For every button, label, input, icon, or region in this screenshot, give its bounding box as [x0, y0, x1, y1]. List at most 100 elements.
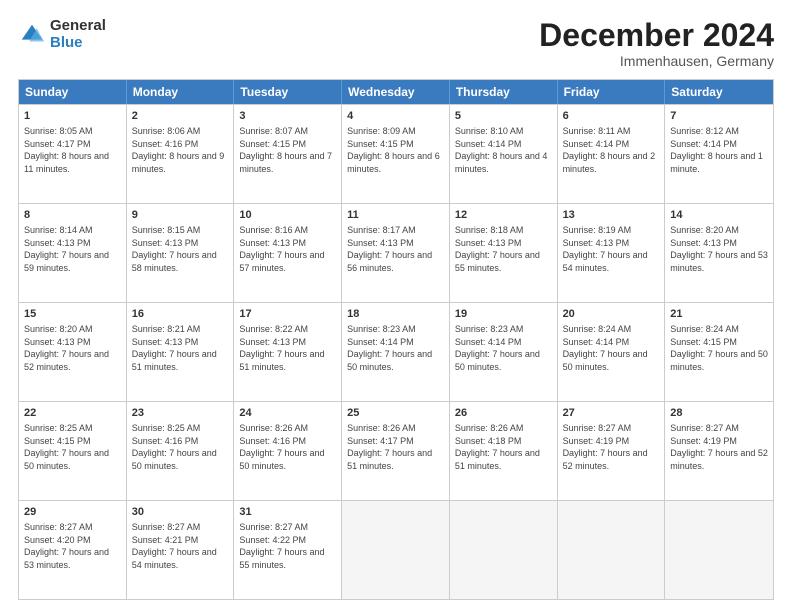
day-cell-empty-4-5 — [558, 501, 666, 599]
calendar-row-2: 8Sunrise: 8:14 AM Sunset: 4:13 PM Daylig… — [19, 203, 773, 302]
day-cell-24: 24Sunrise: 8:26 AM Sunset: 4:16 PM Dayli… — [234, 402, 342, 500]
day-number: 14 — [670, 208, 768, 223]
day-cell-11: 11Sunrise: 8:17 AM Sunset: 4:13 PM Dayli… — [342, 204, 450, 302]
day-info: Sunrise: 8:12 AM Sunset: 4:14 PM Dayligh… — [670, 125, 768, 175]
calendar-row-4: 22Sunrise: 8:25 AM Sunset: 4:15 PM Dayli… — [19, 401, 773, 500]
day-cell-15: 15Sunrise: 8:20 AM Sunset: 4:13 PM Dayli… — [19, 303, 127, 401]
day-number: 27 — [563, 406, 660, 421]
day-number: 19 — [455, 307, 552, 322]
day-number: 4 — [347, 109, 444, 124]
day-info: Sunrise: 8:21 AM Sunset: 4:13 PM Dayligh… — [132, 323, 229, 373]
logo-icon — [18, 21, 46, 49]
day-info: Sunrise: 8:23 AM Sunset: 4:14 PM Dayligh… — [347, 323, 444, 373]
day-cell-18: 18Sunrise: 8:23 AM Sunset: 4:14 PM Dayli… — [342, 303, 450, 401]
day-number: 13 — [563, 208, 660, 223]
day-number: 8 — [24, 208, 121, 223]
day-number: 12 — [455, 208, 552, 223]
day-cell-31: 31Sunrise: 8:27 AM Sunset: 4:22 PM Dayli… — [234, 501, 342, 599]
day-info: Sunrise: 8:27 AM Sunset: 4:21 PM Dayligh… — [132, 521, 229, 571]
day-info: Sunrise: 8:10 AM Sunset: 4:14 PM Dayligh… — [455, 125, 552, 175]
day-info: Sunrise: 8:27 AM Sunset: 4:19 PM Dayligh… — [670, 422, 768, 472]
day-number: 3 — [239, 109, 336, 124]
col-header-wednesday: Wednesday — [342, 80, 450, 104]
day-info: Sunrise: 8:20 AM Sunset: 4:13 PM Dayligh… — [670, 224, 768, 274]
day-info: Sunrise: 8:27 AM Sunset: 4:20 PM Dayligh… — [24, 521, 121, 571]
day-cell-3: 3Sunrise: 8:07 AM Sunset: 4:15 PM Daylig… — [234, 105, 342, 203]
day-info: Sunrise: 8:16 AM Sunset: 4:13 PM Dayligh… — [239, 224, 336, 274]
col-header-thursday: Thursday — [450, 80, 558, 104]
day-info: Sunrise: 8:19 AM Sunset: 4:13 PM Dayligh… — [563, 224, 660, 274]
day-info: Sunrise: 8:15 AM Sunset: 4:13 PM Dayligh… — [132, 224, 229, 274]
day-cell-17: 17Sunrise: 8:22 AM Sunset: 4:13 PM Dayli… — [234, 303, 342, 401]
day-cell-14: 14Sunrise: 8:20 AM Sunset: 4:13 PM Dayli… — [665, 204, 773, 302]
day-cell-16: 16Sunrise: 8:21 AM Sunset: 4:13 PM Dayli… — [127, 303, 235, 401]
day-number: 29 — [24, 505, 121, 520]
day-cell-30: 30Sunrise: 8:27 AM Sunset: 4:21 PM Dayli… — [127, 501, 235, 599]
day-number: 18 — [347, 307, 444, 322]
logo-text: General Blue — [50, 18, 106, 51]
day-info: Sunrise: 8:11 AM Sunset: 4:14 PM Dayligh… — [563, 125, 660, 175]
day-info: Sunrise: 8:14 AM Sunset: 4:13 PM Dayligh… — [24, 224, 121, 274]
day-cell-26: 26Sunrise: 8:26 AM Sunset: 4:18 PM Dayli… — [450, 402, 558, 500]
day-number: 10 — [239, 208, 336, 223]
day-cell-empty-4-6 — [665, 501, 773, 599]
day-number: 7 — [670, 109, 768, 124]
day-number: 9 — [132, 208, 229, 223]
calendar-row-3: 15Sunrise: 8:20 AM Sunset: 4:13 PM Dayli… — [19, 302, 773, 401]
day-info: Sunrise: 8:26 AM Sunset: 4:18 PM Dayligh… — [455, 422, 552, 472]
day-cell-21: 21Sunrise: 8:24 AM Sunset: 4:15 PM Dayli… — [665, 303, 773, 401]
day-cell-23: 23Sunrise: 8:25 AM Sunset: 4:16 PM Dayli… — [127, 402, 235, 500]
calendar: SundayMondayTuesdayWednesdayThursdayFrid… — [18, 79, 774, 600]
calendar-row-1: 1Sunrise: 8:05 AM Sunset: 4:17 PM Daylig… — [19, 104, 773, 203]
col-header-friday: Friday — [558, 80, 666, 104]
logo: General Blue — [18, 18, 106, 51]
day-cell-6: 6Sunrise: 8:11 AM Sunset: 4:14 PM Daylig… — [558, 105, 666, 203]
day-number: 21 — [670, 307, 768, 322]
title-block: December 2024 Immenhausen, Germany — [539, 18, 774, 69]
day-info: Sunrise: 8:26 AM Sunset: 4:17 PM Dayligh… — [347, 422, 444, 472]
day-info: Sunrise: 8:27 AM Sunset: 4:19 PM Dayligh… — [563, 422, 660, 472]
day-cell-empty-4-3 — [342, 501, 450, 599]
day-number: 15 — [24, 307, 121, 322]
calendar-row-5: 29Sunrise: 8:27 AM Sunset: 4:20 PM Dayli… — [19, 500, 773, 599]
day-number: 23 — [132, 406, 229, 421]
day-info: Sunrise: 8:22 AM Sunset: 4:13 PM Dayligh… — [239, 323, 336, 373]
day-cell-2: 2Sunrise: 8:06 AM Sunset: 4:16 PM Daylig… — [127, 105, 235, 203]
header: General Blue December 2024 Immenhausen, … — [18, 18, 774, 69]
logo-blue: Blue — [50, 35, 106, 52]
day-cell-22: 22Sunrise: 8:25 AM Sunset: 4:15 PM Dayli… — [19, 402, 127, 500]
day-cell-7: 7Sunrise: 8:12 AM Sunset: 4:14 PM Daylig… — [665, 105, 773, 203]
day-number: 16 — [132, 307, 229, 322]
day-number: 28 — [670, 406, 768, 421]
day-info: Sunrise: 8:26 AM Sunset: 4:16 PM Dayligh… — [239, 422, 336, 472]
day-number: 22 — [24, 406, 121, 421]
col-header-sunday: Sunday — [19, 80, 127, 104]
day-number: 31 — [239, 505, 336, 520]
month-title: December 2024 — [539, 18, 774, 53]
day-cell-4: 4Sunrise: 8:09 AM Sunset: 4:15 PM Daylig… — [342, 105, 450, 203]
day-cell-28: 28Sunrise: 8:27 AM Sunset: 4:19 PM Dayli… — [665, 402, 773, 500]
day-info: Sunrise: 8:07 AM Sunset: 4:15 PM Dayligh… — [239, 125, 336, 175]
day-cell-20: 20Sunrise: 8:24 AM Sunset: 4:14 PM Dayli… — [558, 303, 666, 401]
day-info: Sunrise: 8:25 AM Sunset: 4:15 PM Dayligh… — [24, 422, 121, 472]
day-cell-29: 29Sunrise: 8:27 AM Sunset: 4:20 PM Dayli… — [19, 501, 127, 599]
day-info: Sunrise: 8:17 AM Sunset: 4:13 PM Dayligh… — [347, 224, 444, 274]
day-number: 17 — [239, 307, 336, 322]
col-header-monday: Monday — [127, 80, 235, 104]
calendar-body: 1Sunrise: 8:05 AM Sunset: 4:17 PM Daylig… — [19, 104, 773, 599]
location: Immenhausen, Germany — [539, 53, 774, 69]
day-cell-13: 13Sunrise: 8:19 AM Sunset: 4:13 PM Dayli… — [558, 204, 666, 302]
day-cell-10: 10Sunrise: 8:16 AM Sunset: 4:13 PM Dayli… — [234, 204, 342, 302]
logo-general: General — [50, 18, 106, 35]
page: General Blue December 2024 Immenhausen, … — [0, 0, 792, 612]
col-header-saturday: Saturday — [665, 80, 773, 104]
day-info: Sunrise: 8:24 AM Sunset: 4:15 PM Dayligh… — [670, 323, 768, 373]
day-cell-5: 5Sunrise: 8:10 AM Sunset: 4:14 PM Daylig… — [450, 105, 558, 203]
day-number: 2 — [132, 109, 229, 124]
day-info: Sunrise: 8:27 AM Sunset: 4:22 PM Dayligh… — [239, 521, 336, 571]
day-cell-empty-4-4 — [450, 501, 558, 599]
day-cell-9: 9Sunrise: 8:15 AM Sunset: 4:13 PM Daylig… — [127, 204, 235, 302]
day-info: Sunrise: 8:06 AM Sunset: 4:16 PM Dayligh… — [132, 125, 229, 175]
day-cell-25: 25Sunrise: 8:26 AM Sunset: 4:17 PM Dayli… — [342, 402, 450, 500]
day-info: Sunrise: 8:20 AM Sunset: 4:13 PM Dayligh… — [24, 323, 121, 373]
